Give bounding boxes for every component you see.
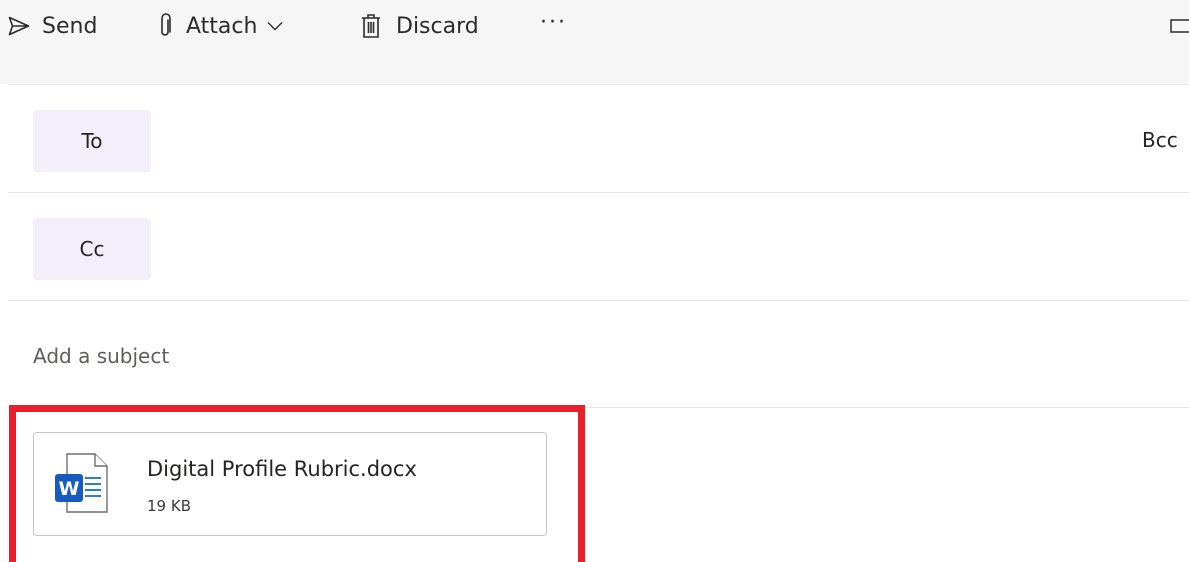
svg-text:W: W [59, 478, 80, 500]
compose-window: Send Attach Discard ··· To Bcc Cc Add a … [0, 0, 1189, 562]
bcc-button[interactable]: Bcc [1142, 128, 1178, 152]
compose-toolbar: Send Attach Discard ··· [0, 0, 1189, 52]
discard-button[interactable]: Discard [360, 0, 479, 52]
popout-icon[interactable] [1170, 0, 1189, 52]
word-doc-icon: W [55, 452, 111, 518]
paperclip-icon [158, 13, 172, 39]
subject-input[interactable] [33, 338, 1133, 374]
attachment-name: Digital Profile Rubric.docx [147, 457, 417, 481]
send-label: Send [42, 13, 98, 39]
cc-button[interactable]: Cc [33, 218, 151, 280]
send-button[interactable]: Send [8, 0, 97, 52]
divider [8, 84, 1189, 85]
more-options-button[interactable]: ··· [540, 0, 567, 48]
trash-icon [360, 13, 382, 39]
attach-button[interactable]: Attach [158, 0, 283, 52]
attach-label: Attach [186, 13, 258, 39]
discard-label: Discard [396, 13, 479, 39]
toolbar-spacer [0, 52, 1189, 84]
chevron-down-icon[interactable] [267, 21, 283, 31]
attachment-size: 19 KB [147, 497, 191, 515]
attachment-card[interactable]: W Digital Profile Rubric.docx 19 KB [33, 432, 547, 536]
send-icon [8, 16, 30, 36]
divider [8, 300, 1189, 301]
divider [8, 192, 1189, 193]
to-button[interactable]: To [33, 110, 151, 172]
